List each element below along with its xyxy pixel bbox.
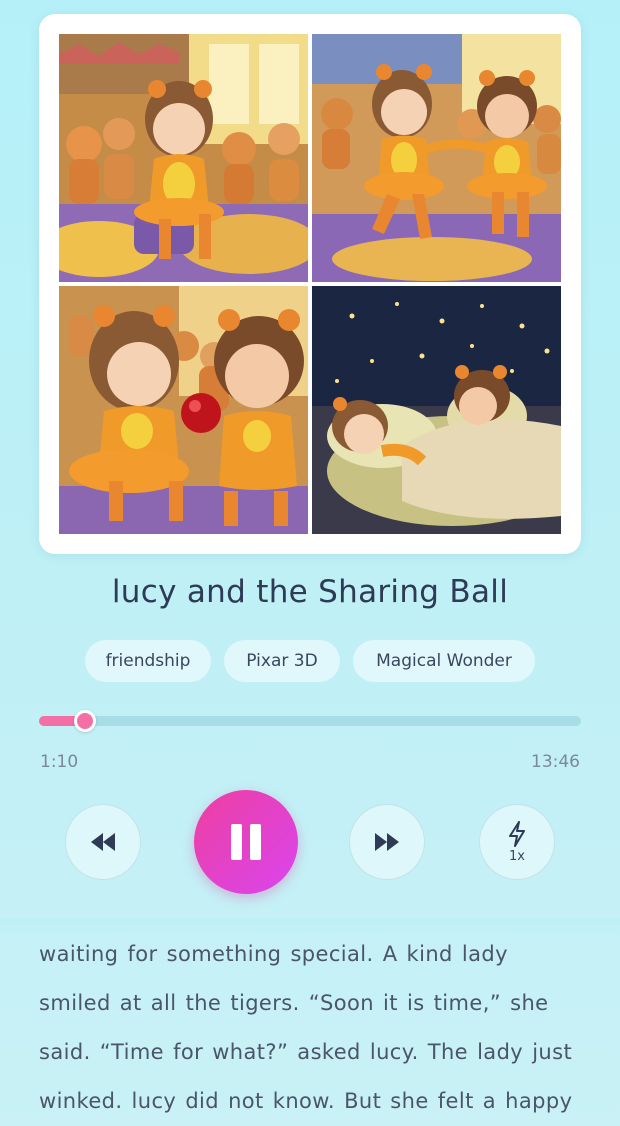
story-text: lucy looked around. She was excited. She… bbox=[39, 942, 573, 1113]
progress-thumb[interactable] bbox=[73, 710, 96, 732]
pause-icon bbox=[231, 824, 261, 860]
pause-button[interactable] bbox=[194, 790, 298, 894]
current-time: 1:10 bbox=[40, 752, 79, 772]
illustration-panel bbox=[59, 286, 308, 534]
speed-button[interactable]: 1x bbox=[479, 804, 555, 880]
illustration-panel bbox=[59, 34, 308, 282]
illustration-card bbox=[39, 14, 581, 554]
tag-list: friendship Pixar 3D Magical Wonder bbox=[0, 640, 620, 682]
rewind-icon bbox=[91, 833, 115, 851]
fast-forward-icon bbox=[375, 833, 399, 851]
story-title: lucy and the Sharing Ball bbox=[111, 574, 509, 610]
illustration-panel bbox=[312, 286, 561, 534]
speed-label: 1x bbox=[509, 848, 525, 864]
fast-forward-button[interactable] bbox=[349, 804, 425, 880]
tag-friendship[interactable]: friendship bbox=[85, 640, 211, 682]
progress-slider[interactable] bbox=[39, 710, 581, 732]
tag-pixar-3d[interactable]: Pixar 3D bbox=[224, 640, 340, 682]
rewind-button[interactable] bbox=[65, 804, 141, 880]
illustration-panel bbox=[312, 34, 561, 282]
tag-magical-wonder[interactable]: Magical Wonder bbox=[353, 640, 535, 682]
text-fade bbox=[0, 918, 620, 938]
story-text-area[interactable]: lucy looked around. She was excited. She… bbox=[39, 918, 584, 1126]
illustration-grid bbox=[59, 34, 561, 534]
lightning-icon bbox=[509, 820, 525, 847]
total-time: 13:46 bbox=[531, 752, 580, 772]
